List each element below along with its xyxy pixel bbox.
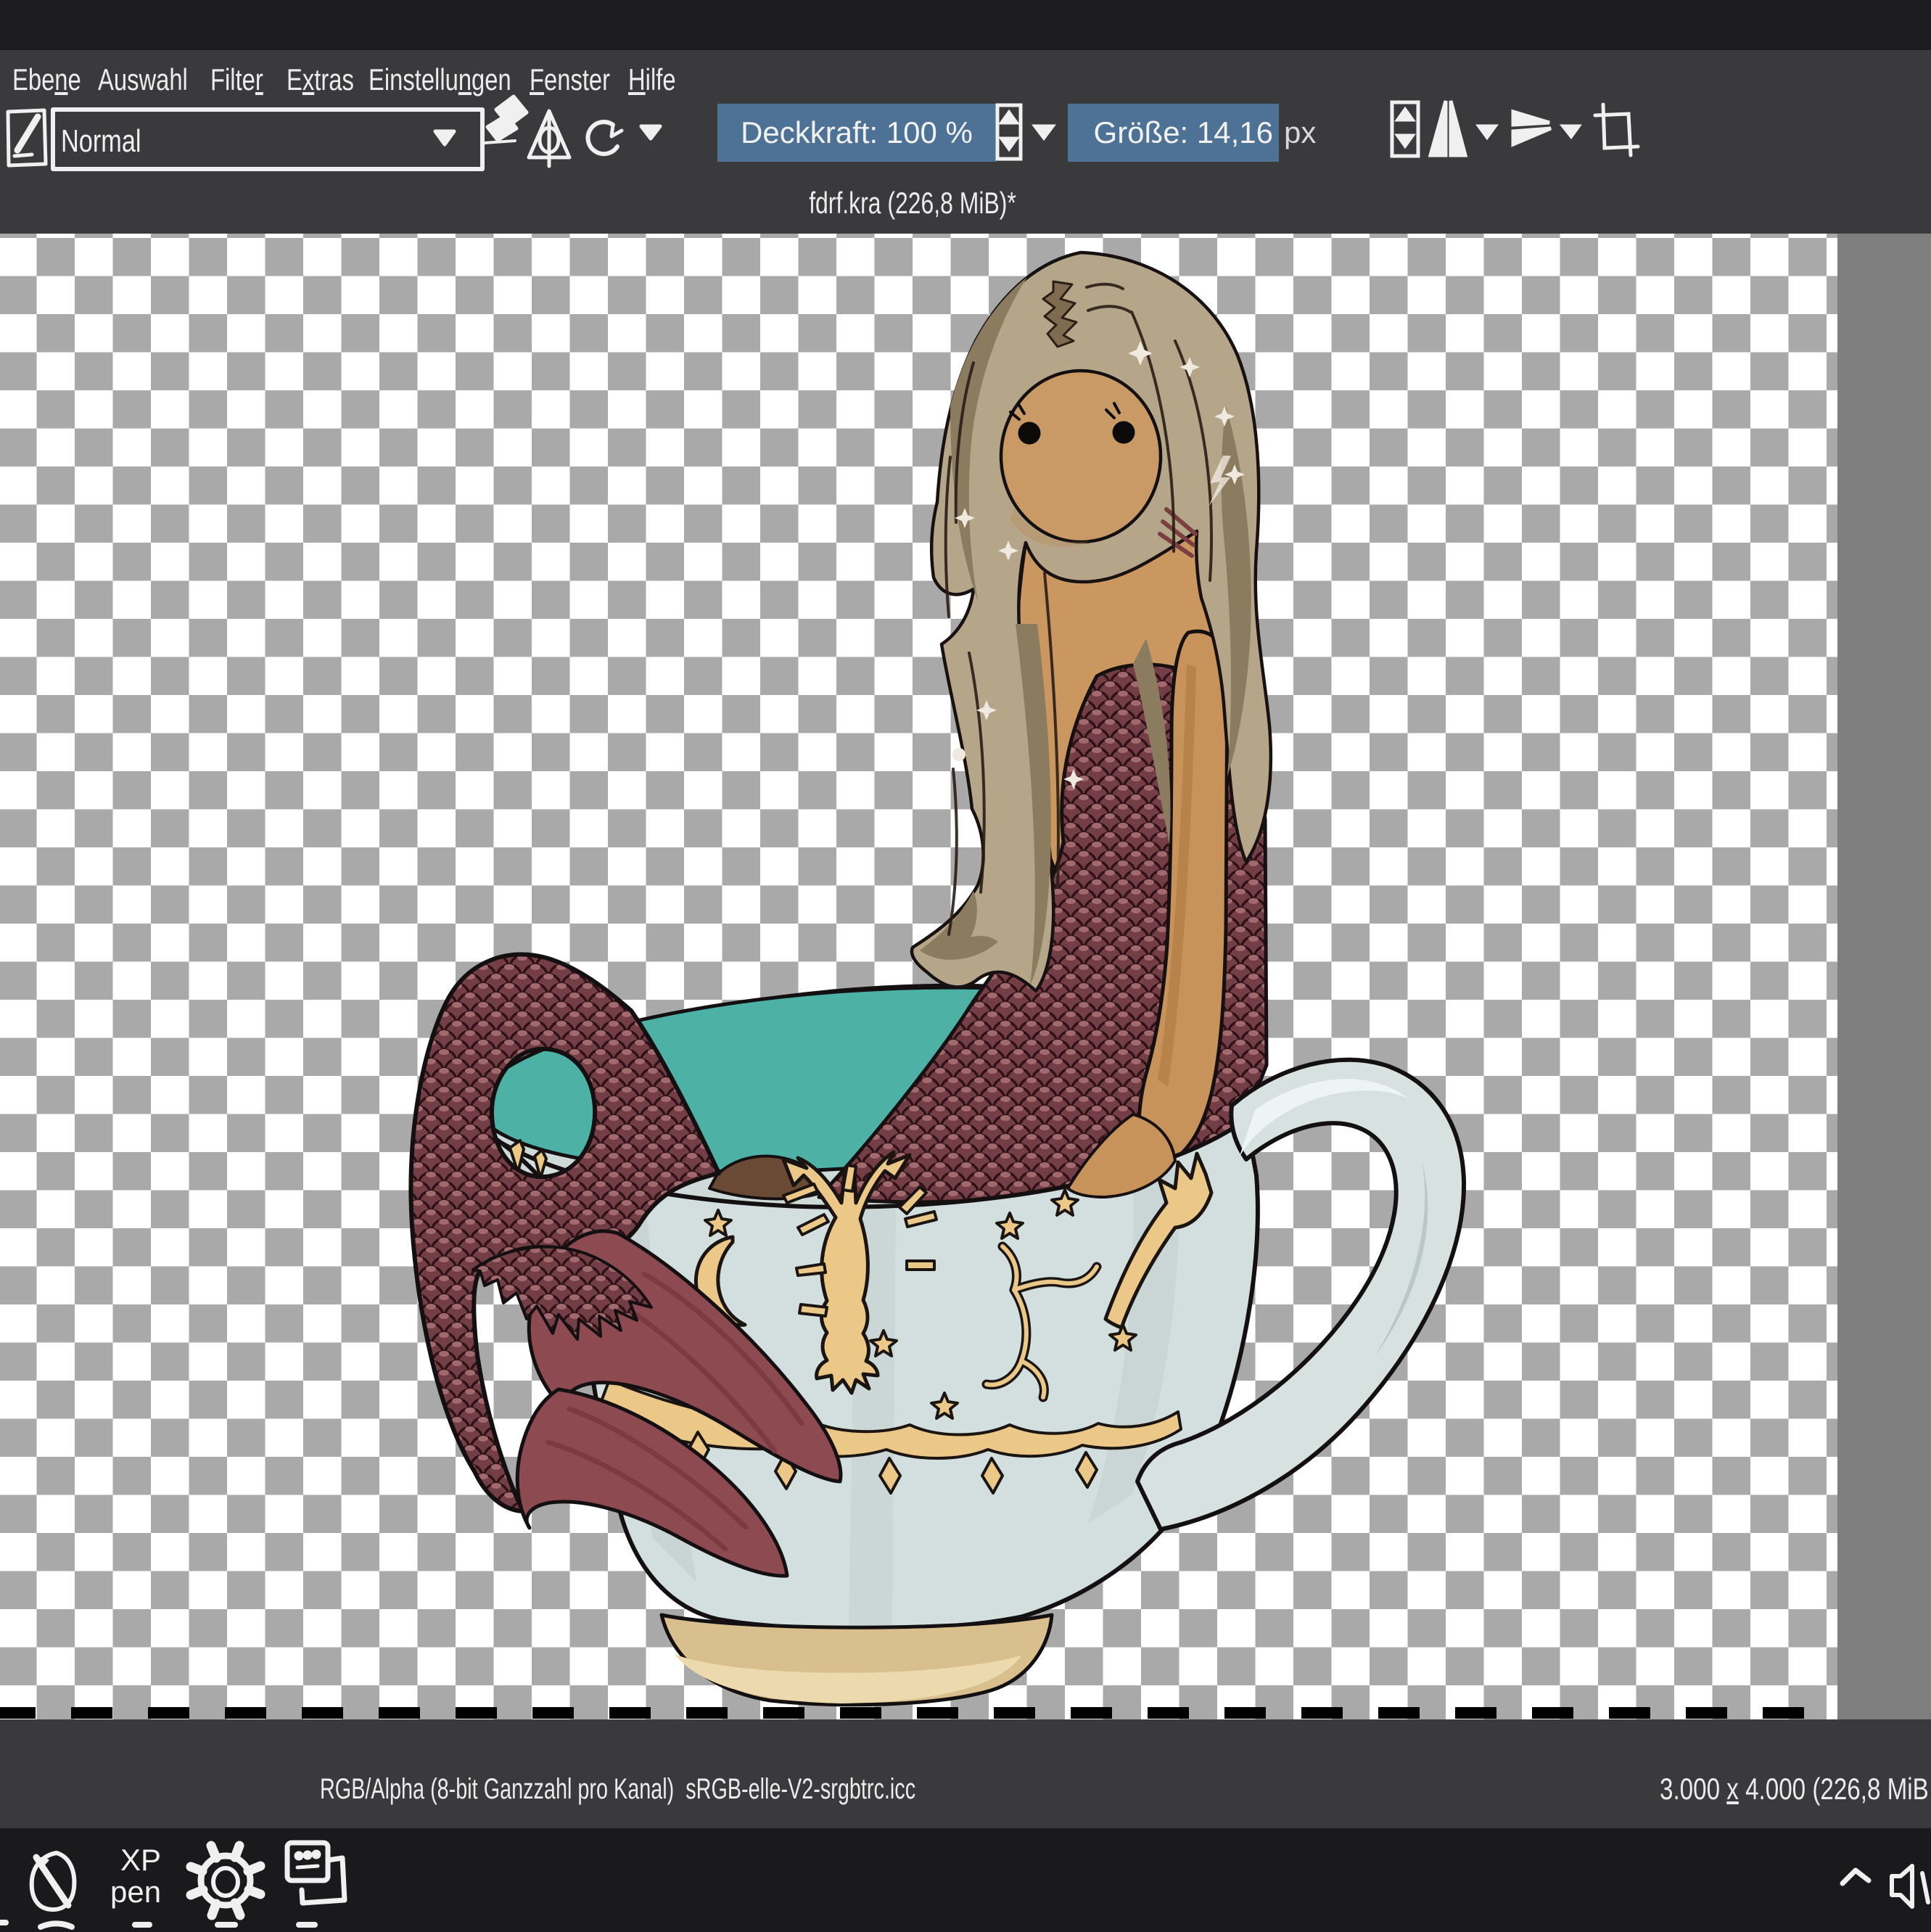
svg-text:pen: pen xyxy=(110,1875,161,1909)
svg-text:Normal: Normal xyxy=(61,123,141,159)
svg-text:Größe: 14,16: Größe: 14,16 xyxy=(1094,115,1273,149)
svg-text:Deckkraft: 100 %: Deckkraft: 100 % xyxy=(741,115,973,149)
svg-text:px: px xyxy=(1284,115,1316,149)
svg-text:XP: XP xyxy=(120,1843,161,1877)
